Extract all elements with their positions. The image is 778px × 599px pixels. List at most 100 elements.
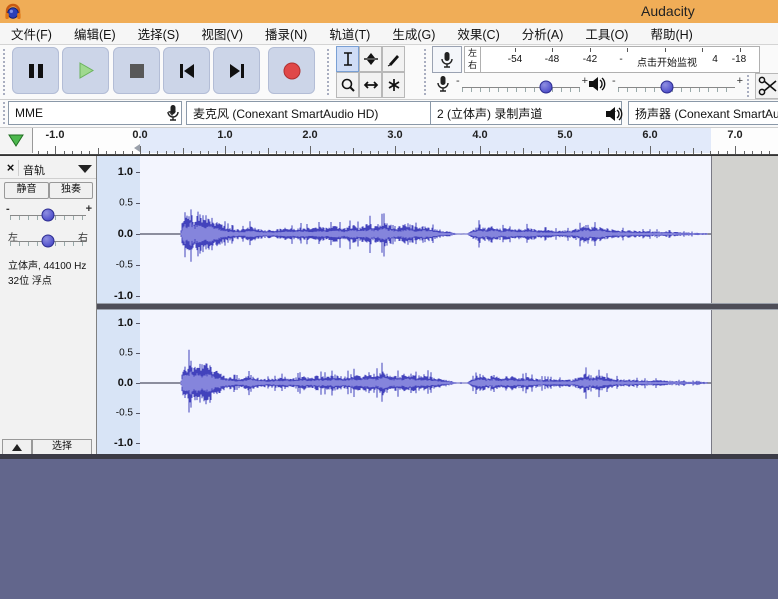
playback-device-select[interactable]: 扬声器 (Conexant SmartAu	[628, 101, 778, 125]
audio-host-value: MME	[15, 106, 43, 120]
ruler-tick	[319, 151, 320, 154]
pause-button[interactable]	[12, 47, 59, 94]
menu-tracks[interactable]: 轨道(T)	[318, 24, 381, 43]
recording-volume-thumb[interactable]	[539, 81, 552, 94]
multi-tool-button[interactable]	[382, 72, 405, 98]
envelope-tool-button[interactable]	[359, 46, 382, 72]
cut-button[interactable]	[755, 73, 778, 99]
selection-tool-button[interactable]	[336, 46, 359, 72]
draw-tool-icon	[386, 51, 402, 67]
recording-meter[interactable]: -54-48-42-4-18点击开始监视	[480, 46, 760, 73]
draw-tool-button[interactable]	[382, 46, 405, 72]
ruler-tick	[132, 151, 133, 154]
ruler-tick	[404, 151, 405, 154]
recording-channels-value: 2 (立体声) 录制声道	[437, 105, 542, 122]
pan-slider[interactable]: 左 右	[10, 228, 86, 252]
selection-tool-icon	[341, 51, 355, 67]
ruler-tick	[667, 151, 668, 154]
ruler-tick	[616, 151, 617, 154]
record-meter-mic-button[interactable]	[432, 46, 462, 73]
slider-min-label: -	[612, 75, 616, 87]
mute-button[interactable]: 静音	[4, 182, 49, 199]
waveform-channel-1[interactable]	[140, 156, 711, 303]
pan-thumb[interactable]	[42, 235, 55, 248]
ruler-tick	[514, 151, 515, 154]
beyond-clip-area[interactable]	[711, 156, 778, 303]
ruler-tick	[38, 151, 39, 154]
gain-slider[interactable]: - +	[10, 202, 86, 226]
meter-scale-label: -48	[545, 54, 559, 65]
ruler-tick	[293, 151, 294, 154]
playback-device-value: 扬声器 (Conexant SmartAu	[635, 105, 778, 122]
meter-tick	[665, 48, 666, 52]
slider-ticks	[462, 88, 580, 92]
beyond-clip-area[interactable]	[711, 310, 778, 455]
recording-device-select[interactable]: 麦克风 (Conexant SmartAudio HD)	[186, 101, 450, 125]
playback-volume-slider[interactable]: - +	[618, 74, 735, 98]
menu-tools[interactable]: 工具(O)	[574, 24, 639, 43]
menu-file[interactable]: 文件(F)	[0, 24, 63, 43]
ruler-tick	[259, 151, 260, 154]
menu-edit[interactable]: 编辑(E)	[63, 24, 127, 43]
toolbar-grip[interactable]	[747, 75, 753, 97]
ruler-tick	[625, 151, 626, 154]
close-track-button[interactable]: ×	[3, 160, 19, 176]
time-shift-tool-button[interactable]	[359, 72, 382, 98]
triangle-up-icon	[12, 444, 22, 451]
menu-view[interactable]: 视图(V)	[190, 24, 254, 43]
toolbar-grip[interactable]	[3, 49, 9, 95]
ruler-tick	[225, 146, 226, 154]
track-name[interactable]: 音轨	[23, 162, 45, 178]
amplitude-label: -1.0	[114, 290, 133, 302]
ruler-tick	[480, 146, 481, 154]
menu-effect[interactable]: 效果(C)	[446, 24, 510, 43]
gain-thumb[interactable]	[42, 209, 55, 222]
ruler-tick	[659, 151, 660, 154]
solo-button[interactable]: 独奏	[49, 182, 93, 199]
timeline-options-button[interactable]	[0, 128, 33, 153]
empty-track-space[interactable]	[0, 459, 778, 599]
ruler-tick	[234, 151, 235, 154]
play-button[interactable]	[62, 47, 109, 94]
ruler-tick	[149, 151, 150, 154]
monitor-hint-text[interactable]: 点击开始监视	[637, 54, 697, 69]
toolbar-grip[interactable]	[424, 49, 430, 95]
menu-generate[interactable]: 生成(G)	[381, 24, 446, 43]
recording-channels-select[interactable]: 2 (立体声) 录制声道	[430, 101, 622, 125]
audio-host-select[interactable]: MME	[8, 101, 182, 125]
ruler-tick	[548, 151, 549, 154]
track-control-panel: × 音轨 静音 独奏 - + 左 右 立体声, 44100 Hz 32位 浮	[0, 156, 97, 455]
zoom-tool-button[interactable]	[336, 72, 359, 98]
menu-analyze[interactable]: 分析(A)	[511, 24, 575, 43]
waveform-channel-2[interactable]	[140, 310, 711, 455]
scissors-icon	[758, 76, 778, 96]
skip-to-start-button[interactable]	[163, 47, 210, 94]
ruler-tick	[64, 151, 65, 154]
recording-volume-slider[interactable]: - +	[462, 74, 580, 98]
ruler-tick	[523, 148, 524, 154]
title-bar[interactable]: Audacity	[0, 0, 778, 23]
toolbar-grip[interactable]	[327, 49, 333, 95]
skip-to-end-button[interactable]	[213, 47, 260, 94]
vertical-scale-channel-2[interactable]: 1.00.50.0-0.5-1.0	[97, 310, 141, 455]
menu-transport[interactable]: 播录(N)	[254, 24, 318, 43]
menu-select[interactable]: 选择(S)	[127, 24, 191, 43]
ruler-tick	[208, 151, 209, 154]
record-button[interactable]	[268, 47, 315, 94]
menu-help[interactable]: 帮助(H)	[639, 24, 703, 43]
stop-button[interactable]	[113, 47, 160, 94]
microphone-icon	[166, 104, 180, 122]
device-toolbar: MME 麦克风 (Conexant SmartAudio HD) 2 (立体声)…	[0, 100, 778, 128]
track-menu-dropdown-icon[interactable]	[78, 165, 92, 173]
ruler-tick	[497, 151, 498, 154]
playback-volume-thumb[interactable]	[661, 81, 674, 94]
timeline-ruler[interactable]: -1.00.01.02.03.04.05.06.07.0	[0, 128, 778, 155]
ruler-tick	[200, 151, 201, 154]
vertical-scale-channel-1[interactable]: 1.00.50.0-0.5-1.0	[97, 156, 141, 303]
ruler-tick	[701, 151, 702, 154]
track-header: × 音轨	[0, 160, 96, 179]
ruler-tick	[174, 151, 175, 154]
envelope-tool-icon	[363, 51, 379, 67]
waveform-svg-channel-2	[140, 310, 711, 455]
channel-divider[interactable]	[97, 303, 778, 310]
